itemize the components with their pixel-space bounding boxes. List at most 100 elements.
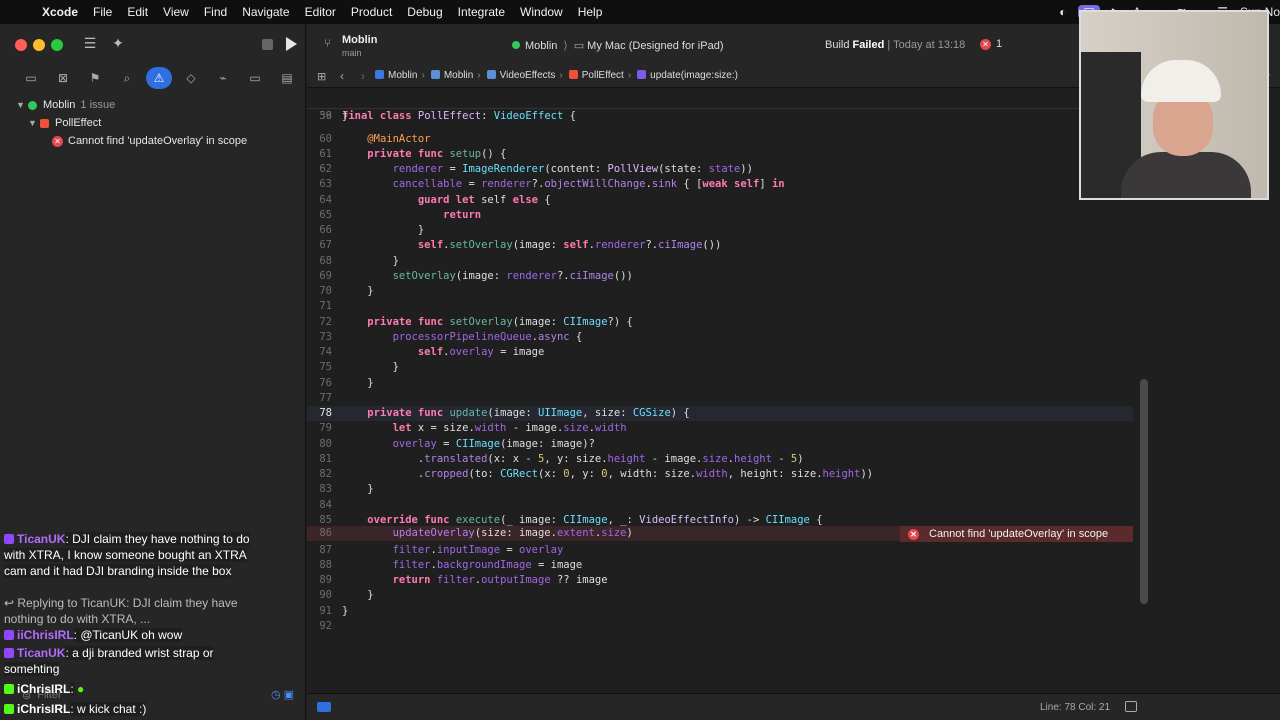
tree-row-project[interactable]: ▼ Moblin 1 issue [0, 96, 306, 114]
back-icon[interactable]: ‹ [340, 69, 344, 83]
chat-reply-text: Replying to TicanUK: DJI claim they have… [4, 596, 238, 626]
project-navigator-icon[interactable]: ▭ [18, 67, 44, 89]
bookmark-icon[interactable]: ⚑ [82, 67, 108, 89]
source-control-icon[interactable]: ⊠ [50, 67, 76, 89]
code-line: 79 let x = size.width - image.size.width [319, 422, 627, 434]
report-navigator-icon[interactable]: ▤ [274, 67, 300, 89]
code-line: 84 [319, 499, 332, 511]
menu-window[interactable]: Window [520, 5, 563, 19]
code-line: 89 return filter.outputImage ?? image [319, 574, 608, 586]
chevron-down-icon[interactable]: ▼ [16, 100, 28, 110]
debug-area-toggle-icon[interactable] [317, 702, 331, 712]
build-status[interactable]: Build Failed | Today at 13:18 [825, 39, 965, 51]
branch-icon: ⑂ [324, 36, 332, 50]
code-line: 69 setOverlay(image: renderer?.ciImage()… [319, 270, 633, 282]
menu-product[interactable]: Product [351, 5, 392, 19]
subscriber-badge-icon [4, 534, 14, 544]
close-window-button[interactable] [15, 39, 27, 51]
menu-app-name[interactable]: Xcode [42, 5, 78, 19]
error-icon: ✕ [980, 39, 991, 50]
project-title[interactable]: Moblin [342, 34, 377, 46]
breadcrumb-method[interactable]: update(image:size:) [637, 70, 738, 81]
destination-name: My Mac (Designed for iPad) [587, 40, 724, 52]
breadcrumb-label: PollEffect [581, 70, 624, 81]
menu-navigate[interactable]: Navigate [242, 5, 289, 19]
vertical-scrollbar[interactable] [1140, 379, 1148, 604]
zoom-window-button[interactable] [51, 39, 63, 51]
forward-icon[interactable]: › [361, 69, 365, 83]
app-icon [28, 100, 37, 110]
scheme-selector[interactable]: Moblin ⟩ ▭ My Mac (Designed for iPad) [512, 39, 723, 52]
sidebar-toggle-icon[interactable]: ☰ [81, 35, 99, 53]
reply-icon: ↩ [4, 596, 18, 610]
menu-help[interactable]: Help [578, 5, 603, 19]
code-line: 87 filter.inputImage = overlay [319, 544, 564, 556]
build-result: Failed [852, 39, 885, 51]
breadcrumb-file[interactable]: PollEffect [568, 70, 624, 81]
chat-text: : [70, 682, 74, 696]
error-count-badge[interactable]: ✕ 1 [980, 38, 1002, 50]
folder-icon [430, 70, 440, 79]
branch-name[interactable]: main [342, 48, 362, 58]
menu-integrate[interactable]: Integrate [458, 5, 505, 19]
code-line: 61 private func setup() { [319, 148, 507, 160]
menu-find[interactable]: Find [204, 5, 227, 19]
breadcrumb-folder[interactable]: VideoEffects [486, 70, 556, 81]
code-line: 72 private func setOverlay(image: CIImag… [319, 316, 633, 328]
menu-view[interactable]: View [163, 5, 189, 19]
breadcrumb-label: VideoEffects [499, 70, 556, 81]
focus-icon[interactable]: ◐ [1059, 5, 1066, 19]
swift-file-icon [40, 118, 49, 128]
chat-text: : @TicanUK oh wow [73, 628, 183, 642]
breakpoint-icon[interactable]: ▭ [242, 67, 268, 89]
chevron-right-icon: › [421, 70, 425, 81]
code-line: 68 } [319, 255, 399, 267]
inspector-toggle-icon[interactable] [1125, 701, 1137, 712]
chat-user: iChrisIRL [17, 682, 71, 696]
editor-status-bar: Line: 78 Col: 21 [307, 693, 1280, 720]
tree-row-issue[interactable]: ✕ Cannot find 'updateOverlay' in scope [0, 132, 306, 150]
error-annotation-text: Cannot find 'updateOverlay' in scope [929, 528, 1109, 540]
stop-button[interactable] [262, 39, 273, 50]
project-label: Moblin [43, 99, 76, 111]
code-line: 70 } [319, 285, 374, 297]
subscriber-badge-icon [4, 648, 14, 658]
menu-edit[interactable]: Edit [127, 5, 148, 19]
emote-icon: ● [77, 682, 85, 696]
minimize-window-button[interactable] [33, 39, 45, 51]
issue-label: Cannot find 'updateOverlay' in scope [68, 135, 248, 147]
related-items-icon[interactable]: ⊞ [317, 70, 326, 83]
code-line: 83 } [319, 483, 374, 495]
code-line: 73 processorPipelineQueue.async { [319, 331, 583, 343]
sparkle-icon[interactable]: ✦ [109, 35, 127, 53]
code-line: 77 [319, 392, 332, 404]
code-line: 76 } [319, 377, 374, 389]
menu-debug[interactable]: Debug [407, 5, 442, 19]
chat-user: iChrisIRL [17, 702, 71, 716]
chat-message: TicanUK: a dji branded wrist strap or so… [4, 645, 244, 677]
menu-editor[interactable]: Editor [305, 5, 336, 19]
build-time: | Today at 13:18 [887, 39, 966, 51]
test-navigator-icon[interactable]: ◇ [178, 67, 204, 89]
run-button[interactable] [286, 37, 297, 51]
error-icon: ✕ [908, 528, 919, 540]
code-line: 63 cancellable = renderer?.objectWillCha… [319, 178, 785, 190]
code-line-current: 78 private func update(image: UIImage, s… [307, 406, 1133, 421]
build-label: Build [825, 39, 850, 51]
breadcrumb-project[interactable]: Moblin [375, 70, 417, 81]
chevron-down-icon[interactable]: ▼ [28, 118, 40, 128]
destination-icon: ▭ [573, 40, 588, 52]
chat-text: : w kick chat :) [70, 702, 147, 716]
code-line: 71 [319, 300, 332, 312]
chevron-right-icon: › [477, 70, 481, 81]
breadcrumb-group[interactable]: Moblin [430, 70, 473, 81]
folder-icon [486, 70, 496, 79]
menu-file[interactable]: File [93, 5, 112, 19]
debug-navigator-icon[interactable]: ⌁ [210, 67, 236, 89]
chevron-right-icon: › [559, 70, 563, 81]
find-icon[interactable]: ⌕ [114, 67, 140, 89]
tree-row-file[interactable]: ▼ PollEffect [0, 114, 306, 132]
issue-navigator-icon[interactable]: ⚠ [146, 67, 172, 89]
breadcrumb-label: Moblin [388, 70, 418, 81]
error-annotation[interactable]: ✕ Cannot find 'updateOverlay' in scope [900, 526, 1133, 542]
